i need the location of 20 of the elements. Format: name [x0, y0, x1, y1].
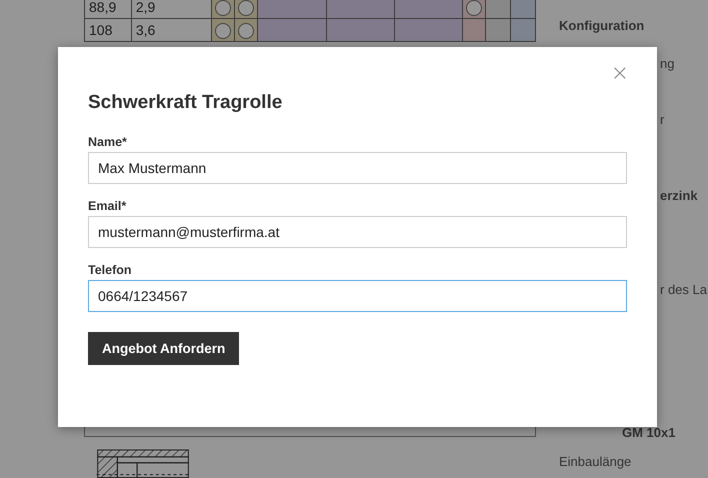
request-quote-button[interactable]: Angebot Anfordern [88, 332, 240, 365]
option-label: r des La [660, 282, 707, 297]
section-heading: erzink [660, 188, 698, 203]
table-cell: 2,9 [131, 0, 212, 18]
option-label: r [660, 112, 664, 127]
table-cell: 88,9 [84, 0, 132, 18]
option-label: Einbaulänge [559, 454, 632, 469]
field-label: Telefon [88, 263, 133, 277]
section-heading: Konfiguration [559, 18, 644, 33]
close-button[interactable]: × [610, 63, 629, 85]
input-field[interactable]: Max Mustermann [88, 152, 627, 184]
input-field[interactable]: mustermann@musterfirma.at [88, 216, 627, 248]
field-label: Name* [88, 135, 128, 149]
table-cell: 3,6 [131, 18, 212, 42]
table-cell: 108 [84, 18, 132, 42]
field-label: Email* [88, 199, 128, 213]
input-field[interactable]: 0664/1234567 [88, 280, 627, 312]
option-label: ng [660, 56, 674, 71]
dialog-title: Schwerkraft Tragrolle [88, 91, 284, 115]
section-heading: GM 10x1 [622, 425, 676, 440]
